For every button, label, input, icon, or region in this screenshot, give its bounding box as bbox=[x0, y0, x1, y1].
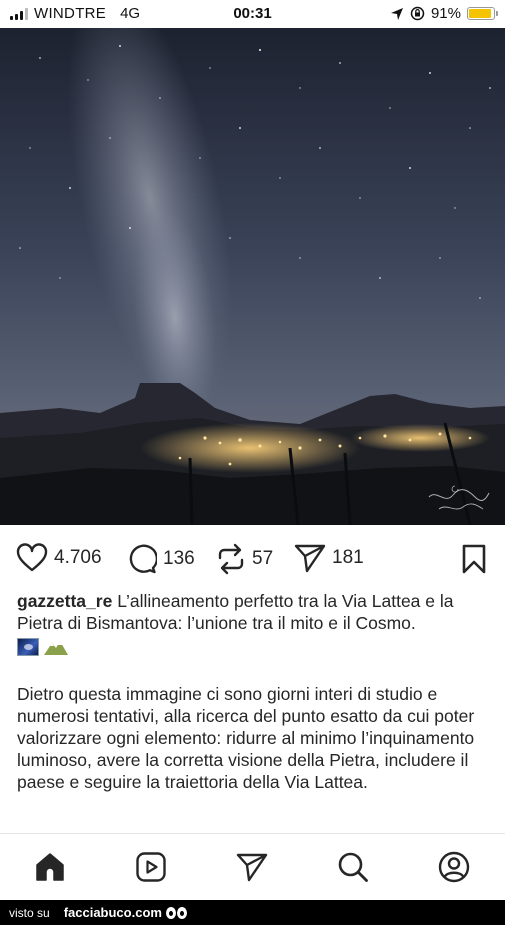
comment-count: 136 bbox=[163, 547, 195, 569]
bookmark-icon bbox=[462, 544, 486, 574]
heart-icon bbox=[16, 543, 48, 572]
post-caption: gazzetta_re L’allineamento perfetto tra … bbox=[17, 590, 492, 656]
repost-button[interactable]: 57 bbox=[216, 543, 273, 575]
caption-emojis bbox=[17, 638, 492, 656]
paper-plane-icon bbox=[294, 544, 326, 573]
home-icon bbox=[36, 853, 64, 881]
save-button[interactable] bbox=[461, 544, 487, 579]
status-right: 91% bbox=[390, 5, 498, 22]
battery-icon bbox=[467, 7, 498, 20]
battery-percent: 91% bbox=[430, 5, 461, 22]
search-icon bbox=[338, 852, 368, 882]
share-count: 181 bbox=[332, 547, 364, 568]
mountain-emoji bbox=[44, 641, 68, 655]
bottom-tab-bar bbox=[0, 834, 505, 900]
post-body-text: Dietro questa immagine ci sono giorni in… bbox=[17, 684, 475, 792]
like-button[interactable]: 4.706 bbox=[16, 543, 102, 573]
like-count: 4.706 bbox=[54, 547, 102, 568]
post-action-bar: 4.706 136 57 181 bbox=[0, 535, 505, 581]
location-arrow-icon bbox=[390, 7, 403, 20]
repost-icon bbox=[218, 543, 244, 575]
caption-username[interactable]: gazzetta_re bbox=[17, 591, 112, 611]
reels-icon bbox=[136, 852, 166, 882]
footer-site-name[interactable]: facciabuco.com bbox=[64, 905, 162, 920]
tab-home[interactable] bbox=[33, 850, 67, 884]
paper-plane-icon bbox=[236, 853, 268, 882]
status-bar: WINDTRE 4G 00:31 91% bbox=[0, 0, 505, 28]
footer-prefix: visto su bbox=[9, 905, 50, 920]
post-photo[interactable] bbox=[0, 28, 505, 525]
tab-search[interactable] bbox=[336, 850, 370, 884]
tab-share[interactable] bbox=[235, 850, 269, 884]
site-footer: visto su facciabuco.com bbox=[0, 900, 505, 925]
photographer-watermark bbox=[428, 485, 490, 510]
comment-icon bbox=[129, 544, 157, 574]
orientation-lock-icon bbox=[410, 6, 425, 21]
repost-count: 57 bbox=[252, 548, 274, 569]
tab-profile[interactable] bbox=[437, 850, 471, 884]
battery-fill bbox=[469, 9, 491, 18]
tab-reels[interactable] bbox=[134, 850, 168, 884]
profile-icon bbox=[438, 851, 470, 883]
milky-way-landscape-image bbox=[0, 28, 505, 525]
share-button[interactable]: 181 bbox=[294, 543, 364, 573]
site-logo-eyes-icon bbox=[165, 906, 187, 919]
comment-button[interactable]: 136 bbox=[126, 543, 195, 574]
milky-way-emoji bbox=[17, 638, 39, 656]
